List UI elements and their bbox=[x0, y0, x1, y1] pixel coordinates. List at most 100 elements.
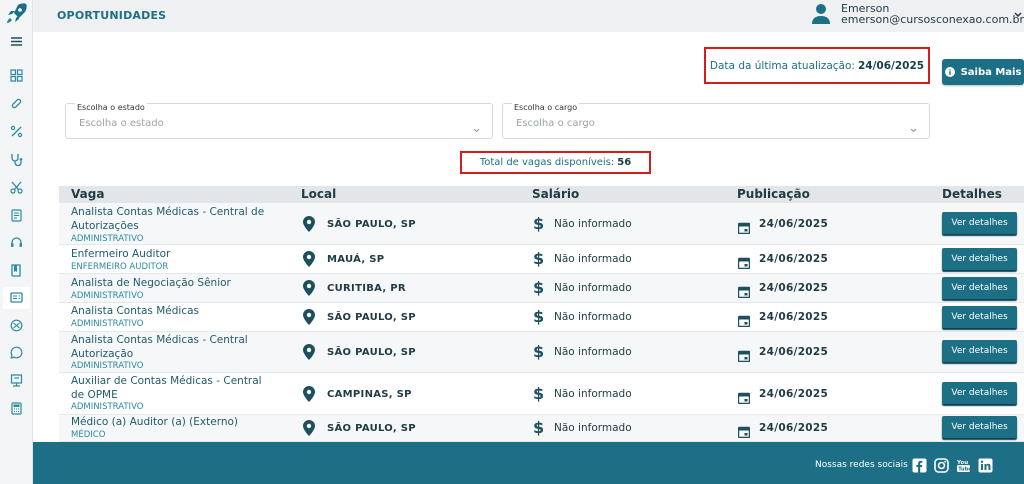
sidebar-item-scissors[interactable] bbox=[3, 177, 30, 199]
table-header: Vaga Local Salário Publicação Detalhes bbox=[59, 186, 1024, 203]
dollar-icon: $ bbox=[533, 214, 545, 233]
view-details-button[interactable]: Ver detalhes bbox=[942, 212, 1017, 234]
footer: Nossas redes sociais You Tube bbox=[33, 442, 1024, 484]
instagram-icon[interactable] bbox=[934, 458, 949, 473]
sidebar-item-dashboard[interactable] bbox=[3, 65, 30, 87]
scissors-icon bbox=[10, 179, 23, 198]
job-salary: Não informado bbox=[554, 422, 632, 434]
table-row: Auxiliar de Contas Médicas - Central de … bbox=[59, 373, 1024, 415]
calendar-icon bbox=[737, 423, 751, 439]
user-email: emerson@cursosconexao.com.br bbox=[841, 13, 1024, 26]
chevron-down-icon bbox=[910, 119, 917, 133]
total-vacancies-count: 56 bbox=[617, 157, 632, 168]
column-header-publicacao: Publicação bbox=[737, 187, 810, 201]
sidebar-item-document[interactable] bbox=[3, 205, 30, 227]
sidebar-item-stethoscope[interactable] bbox=[3, 149, 30, 171]
location-pin-icon bbox=[303, 216, 315, 232]
column-header-salario: Salário bbox=[532, 187, 580, 201]
job-location: SÃO PAULO, SP bbox=[327, 219, 416, 230]
linkedin-icon[interactable] bbox=[978, 458, 993, 473]
sidebar-item-calculator[interactable] bbox=[3, 398, 30, 420]
role-select[interactable]: Escolha o cargo Escolha o cargo bbox=[502, 103, 930, 139]
calendar-icon bbox=[737, 312, 751, 328]
view-details-button[interactable]: Ver detalhes bbox=[942, 382, 1017, 404]
state-select-placeholder: Escolha o estado bbox=[79, 118, 164, 129]
sidebar-item-menu[interactable] bbox=[3, 31, 30, 53]
job-location: SÃO PAULO, SP bbox=[327, 312, 416, 323]
table-row: Analista Contas Médicas - Central Autori… bbox=[59, 332, 1024, 373]
job-title[interactable]: Analista Contas Médicas - Central de Aut… bbox=[71, 205, 276, 233]
job-salary: Não informado bbox=[554, 346, 632, 358]
table-row: Enfermeiro Auditor ENFERMEIRO AUDITOR MA… bbox=[59, 245, 1024, 274]
table-row: Analista Contas Médicas - Central de Aut… bbox=[59, 203, 1024, 245]
job-date: 24/06/2025 bbox=[759, 422, 829, 434]
youtube-icon[interactable]: You Tube bbox=[956, 458, 972, 473]
dollar-icon: $ bbox=[533, 384, 545, 403]
job-category: ADMINISTRATIVO bbox=[71, 291, 144, 301]
job-date: 24/06/2025 bbox=[759, 253, 829, 265]
job-title[interactable]: Médico (a) Auditor (a) (Externo) bbox=[71, 415, 276, 429]
saiba-mais-label: Saiba Mais bbox=[960, 66, 1022, 78]
sidebar-item-pill[interactable] bbox=[3, 93, 30, 115]
view-details-button[interactable]: Ver detalhes bbox=[942, 340, 1017, 362]
location-pin-icon bbox=[303, 420, 315, 436]
location-pin-icon bbox=[303, 251, 315, 267]
globe-icon bbox=[10, 317, 23, 336]
role-select-label: Escolha o cargo bbox=[512, 103, 580, 112]
rocket-logo-icon[interactable] bbox=[4, 2, 28, 26]
job-location: CURITIBA, PR bbox=[327, 283, 406, 294]
sidebar-item-headset[interactable] bbox=[3, 232, 30, 254]
view-details-button[interactable]: Ver detalhes bbox=[942, 277, 1017, 299]
job-location: SÃO PAULO, SP bbox=[327, 347, 416, 358]
job-date: 24/06/2025 bbox=[759, 346, 829, 358]
job-salary: Não informado bbox=[554, 388, 632, 400]
calendar-icon bbox=[737, 389, 751, 405]
dollar-icon: $ bbox=[533, 342, 545, 361]
job-salary: Não informado bbox=[554, 282, 632, 294]
state-select[interactable]: Escolha o estado Escolha o estado bbox=[65, 103, 493, 139]
view-details-button[interactable]: Ver detalhes bbox=[942, 306, 1017, 328]
job-category: ADMINISTRATIVO bbox=[71, 361, 144, 371]
facebook-icon[interactable] bbox=[912, 458, 927, 473]
job-category: ADMINISTRATIVO bbox=[71, 234, 144, 244]
job-category: ENFERMEIRO AUDITOR bbox=[71, 262, 169, 272]
job-salary: Não informado bbox=[554, 311, 632, 323]
last-update-box: Data da última atualização: 24/06/2025 bbox=[704, 47, 930, 84]
job-title[interactable]: Analista de Negociação Sênior bbox=[71, 276, 276, 290]
job-location: CAMPINAS, SP bbox=[327, 389, 412, 400]
job-date: 24/06/2025 bbox=[759, 218, 829, 230]
job-date: 24/06/2025 bbox=[759, 282, 829, 294]
sidebar-item-globe[interactable] bbox=[3, 315, 30, 337]
page-title: OPORTUNIDADES bbox=[57, 9, 167, 22]
user-avatar-icon[interactable] bbox=[811, 3, 831, 25]
last-update-date: 24/06/2025 bbox=[857, 59, 925, 72]
sidebar-item-certificate[interactable] bbox=[3, 370, 30, 392]
column-header-local: Local bbox=[301, 187, 337, 201]
topbar: OPORTUNIDADES Emerson emerson@cursoscone… bbox=[33, 0, 1024, 32]
job-location: MAUÁ, SP bbox=[327, 254, 385, 265]
job-title[interactable]: Analista Contas Médicas bbox=[71, 304, 276, 318]
job-title[interactable]: Analista Contas Médicas - Central Autori… bbox=[71, 333, 276, 361]
job-title[interactable]: Auxiliar de Contas Médicas - Central de … bbox=[71, 374, 276, 402]
certificate-icon bbox=[10, 372, 23, 391]
info-icon bbox=[944, 67, 955, 77]
dollar-icon: $ bbox=[533, 249, 545, 268]
sidebar-item-jobs[interactable] bbox=[3, 287, 30, 309]
calendar-icon bbox=[737, 283, 751, 299]
sidebar-item-percent[interactable] bbox=[3, 121, 30, 143]
view-details-button[interactable]: Ver detalhes bbox=[942, 416, 1017, 438]
saiba-mais-button[interactable]: Saiba Mais bbox=[942, 59, 1024, 85]
location-pin-icon bbox=[303, 309, 315, 325]
view-details-button[interactable]: Ver detalhes bbox=[942, 248, 1017, 270]
total-vacancies-box: Total de vagas disponíveis: 56 bbox=[460, 151, 651, 174]
chevron-down-icon[interactable] bbox=[1013, 5, 1023, 18]
job-title[interactable]: Enfermeiro Auditor bbox=[71, 247, 276, 261]
document-icon bbox=[10, 207, 23, 226]
sidebar-item-chat[interactable] bbox=[3, 342, 30, 364]
sidebar-item-book[interactable] bbox=[3, 260, 30, 282]
social-label: Nossas redes sociais bbox=[815, 460, 908, 470]
svg-text:Tube: Tube bbox=[958, 467, 971, 473]
total-vacancies-label: Total de vagas disponíveis: bbox=[479, 157, 615, 168]
location-pin-icon bbox=[303, 344, 315, 360]
book-icon bbox=[10, 262, 23, 281]
